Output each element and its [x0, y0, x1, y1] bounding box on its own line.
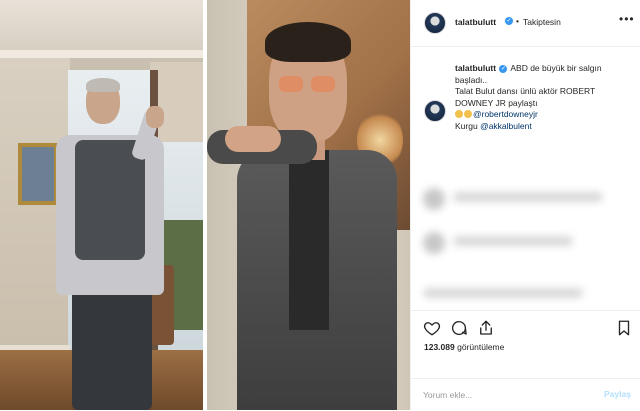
separator-dot: •: [516, 16, 519, 26]
caption-line-2: Talat Bulut dansı ünlü aktör ROBERT DOWN…: [455, 86, 596, 108]
actor-hair: [265, 22, 351, 62]
dancer-pants: [72, 288, 152, 410]
blurred-comments: [421, 170, 631, 310]
mention-robertdowneyjr[interactable]: @robertdowneyjr: [473, 109, 538, 119]
verified-badge-icon: ✓: [505, 17, 513, 25]
avatar[interactable]: [424, 12, 446, 34]
heart-icon[interactable]: [423, 319, 441, 337]
comment-bar: Paylaş: [411, 378, 640, 411]
clap-emoji-icon: [464, 110, 472, 118]
dancer-hand: [146, 106, 164, 128]
instagram-post: talatbulutt ✓ • Takiptesin ••• talatbulu…: [0, 0, 640, 410]
view-count[interactable]: 123.089 görüntüleme: [424, 342, 504, 352]
mention-akkalbulent[interactable]: @akkalbulent: [480, 121, 532, 131]
comment-input[interactable]: [423, 388, 593, 402]
share-icon[interactable]: [477, 319, 495, 337]
comment-icon[interactable]: [450, 319, 468, 337]
post-header: talatbulutt ✓ • Takiptesin •••: [411, 0, 640, 47]
post-actions: [411, 310, 640, 345]
blurred-avatar: [423, 188, 445, 210]
caption-username[interactable]: talatbulutt: [455, 63, 496, 73]
blurred-comment: [453, 236, 573, 246]
verified-badge-icon: ✓: [499, 65, 508, 73]
view-count-label: görüntüleme: [457, 342, 505, 352]
actor-glasses-left: [279, 76, 303, 92]
blurred-comment: [453, 192, 603, 202]
header-username[interactable]: talatbulutt: [455, 17, 496, 27]
dancer-vest: [75, 140, 145, 260]
actor-glasses-right: [311, 76, 335, 92]
video-left-pane: [0, 0, 203, 410]
view-count-number: 123.089: [424, 342, 455, 352]
post-video[interactable]: [0, 0, 410, 410]
post-sidebar: talatbulutt ✓ • Takiptesin ••• talatbulu…: [410, 0, 640, 410]
actor-shirt: [289, 150, 329, 330]
blurred-comment: [423, 288, 583, 298]
credit-label: Kurgu: [455, 120, 478, 131]
blurred-avatar: [423, 232, 445, 254]
bookmark-icon[interactable]: [615, 319, 633, 337]
actor-hand: [225, 126, 281, 152]
caption-text: talatbulutt ✓ ABD de büyük bir salgın ba…: [455, 63, 631, 132]
ceiling: [0, 0, 203, 55]
dancer-hair: [86, 78, 120, 92]
clap-emoji-icon: [455, 110, 463, 118]
ceiling-trim: [0, 50, 203, 58]
caption-avatar[interactable]: [424, 100, 446, 122]
video-right-pane: [207, 0, 410, 410]
wall-picture: [18, 143, 58, 205]
more-horizontal-icon[interactable]: •••: [619, 12, 635, 26]
post-comment-button[interactable]: Paylaş: [604, 389, 631, 399]
follow-status[interactable]: Takiptesin: [523, 17, 561, 27]
